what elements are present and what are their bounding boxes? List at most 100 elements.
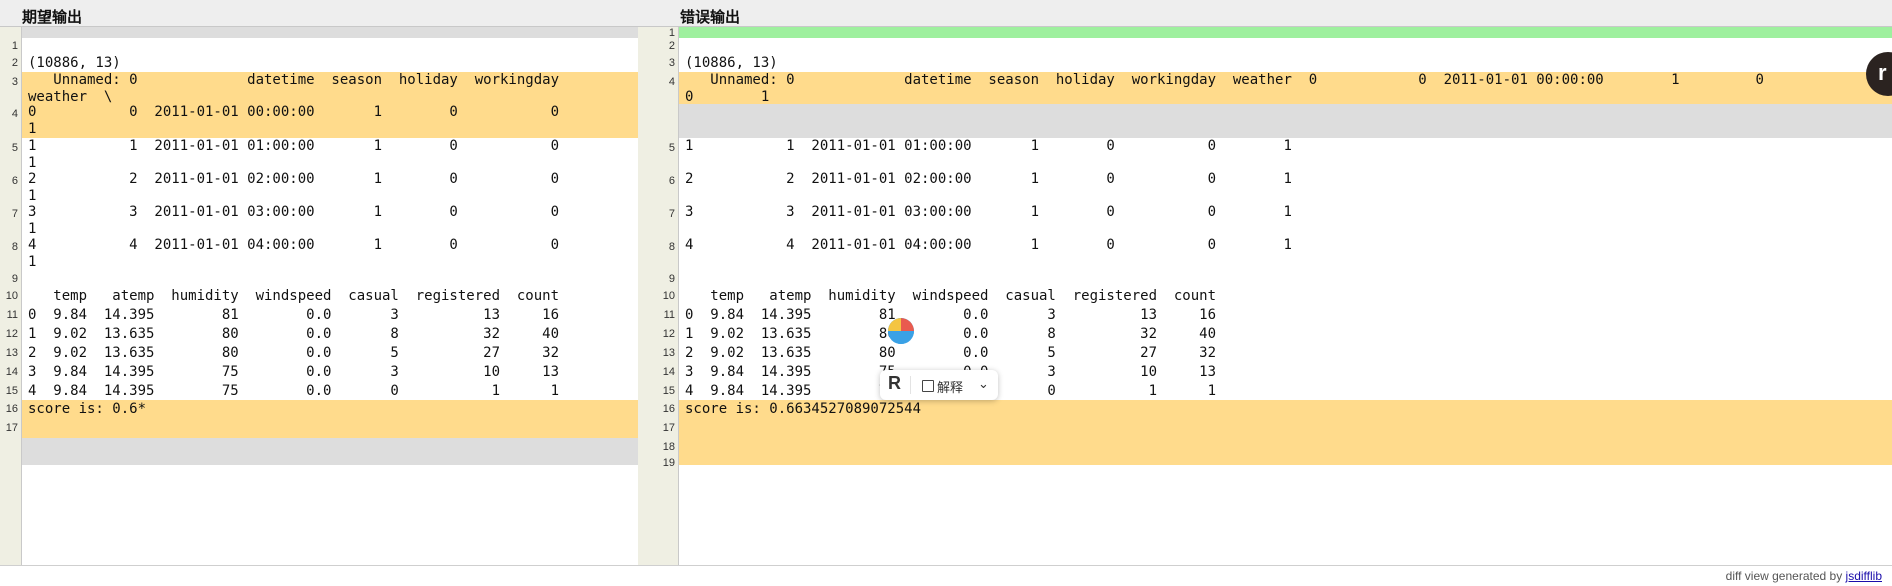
explain-button[interactable]: 解释 — [937, 377, 963, 396]
left-line: 1 9.02 13.635 80 0.0 8 32 40 — [22, 325, 638, 344]
left-line-text: temp atemp humidity windspeed casual reg… — [28, 288, 560, 304]
right-line-number: 8 — [668, 240, 675, 253]
right-line-number: 19 — [662, 457, 675, 469]
right-line-text: 1 9.02 13.635 80 0.0 8 32 40 — [685, 326, 1217, 342]
left-line: score is: 0.6* — [22, 400, 638, 419]
left-line-number: 11 — [6, 309, 18, 321]
left-line: Unnamed: 0 datetime season holiday worki… — [22, 72, 638, 105]
right-line-number: 11 — [663, 309, 675, 321]
left-line-text: Unnamed: 0 datetime season holiday worki… — [28, 72, 560, 105]
right-line: 4 9.84 14.395 75 0.0 0 1 1 — [679, 382, 1892, 400]
left-line-text: 4 9.84 14.395 75 0.0 0 1 1 — [28, 382, 560, 399]
left-line-text: 2 2 2011-01-01 02:00:00 1 0 0 1 — [28, 171, 560, 204]
left-line-number: 6 — [11, 174, 18, 187]
right-line-number: 7 — [668, 207, 675, 220]
book-icon — [922, 380, 934, 392]
right-line: temp atemp humidity windspeed casual reg… — [679, 287, 1892, 306]
left-line: 3 3 2011-01-01 03:00:00 1 0 0 1 — [22, 204, 638, 237]
right-line: 2 9.02 13.635 80 0.0 5 27 32 — [679, 344, 1892, 363]
left-line — [22, 438, 638, 457]
left-line — [22, 27, 638, 38]
right-line-text: 2 2 2011-01-01 02:00:00 1 0 0 1 — [685, 171, 1292, 187]
left-line-number: 10 — [5, 290, 18, 302]
right-line-text: 4 4 2011-01-01 04:00:00 1 0 0 1 — [685, 237, 1292, 253]
right-line-number: 9 — [668, 272, 675, 285]
left-line: 0 9.84 14.395 81 0.0 3 13 16 — [22, 306, 638, 325]
left-line-number: 5 — [11, 141, 18, 154]
left-header: 期望输出 — [0, 0, 638, 27]
left-line: 2 9.02 13.635 80 0.0 5 27 32 — [22, 344, 638, 363]
left-line: 4 9.84 14.395 75 0.0 0 1 1 — [22, 382, 638, 400]
right-line-text: score is: 0.6634527089072544 — [685, 401, 922, 417]
diff-view: 期望输出 错误输出 1 (10886, 13) 2 Unnamed: 0 datet… — [0, 0, 1892, 585]
left-title: 期望输出 — [22, 9, 83, 26]
left-line: 2 2 2011-01-01 02:00:00 1 0 0 1 — [22, 171, 638, 204]
right-line — [679, 27, 1892, 38]
left-line-number: 7 — [11, 207, 18, 220]
right-line-text: 3 3 2011-01-01 03:00:00 1 0 0 1 — [685, 204, 1292, 220]
footer-text: diff view generated by jsdifflib — [1726, 569, 1882, 583]
left-line-number: 12 — [5, 328, 18, 340]
left-line-text: 3 3 2011-01-01 03:00:00 1 0 0 1 — [28, 204, 560, 237]
left-line-number: 17 — [5, 422, 18, 434]
left-line-number: 3 — [11, 75, 18, 88]
chevron-down-icon[interactable]: ⌄ — [978, 376, 989, 392]
right-line — [679, 419, 1892, 438]
right-line: score is: 0.6634527089072544 — [679, 400, 1892, 419]
right-line-number: 16 — [662, 403, 675, 415]
right-line-text: (10886, 13) — [685, 55, 778, 71]
right-line — [679, 438, 1892, 457]
right-line: 3 9.84 14.395 75 0.0 3 10 13 — [679, 363, 1892, 382]
right-line-number: 4 — [668, 75, 675, 88]
left-line-number: 16 — [5, 403, 18, 415]
assistant-logo-icon[interactable] — [888, 318, 914, 344]
right-line-number: 17 — [662, 422, 675, 434]
right-title: 错误输出 — [680, 9, 741, 26]
left-line-text: 0 9.84 14.395 81 0.0 3 13 16 — [28, 307, 560, 323]
right-line-text: Unnamed: 0 datetime season holiday worki… — [685, 72, 1764, 105]
toolbar-divider — [910, 376, 911, 394]
left-line: 4 4 2011-01-01 04:00:00 1 0 0 1 — [22, 237, 638, 271]
left-line-text: 4 4 2011-01-01 04:00:00 1 0 0 1 — [28, 237, 560, 270]
right-line: (10886, 13) — [679, 55, 1892, 72]
left-line-number: 9 — [11, 272, 18, 285]
right-line-text: temp atemp humidity windspeed casual reg… — [685, 288, 1217, 304]
right-line-number: 6 — [668, 174, 675, 187]
jsdifflib-link[interactable]: jsdifflib — [1846, 569, 1882, 583]
right-line: 4 4 2011-01-01 04:00:00 1 0 0 1 — [679, 237, 1892, 271]
left-line-number: 14 — [5, 366, 18, 378]
right-line-number: 12 — [662, 328, 675, 340]
right-line-text: 0 9.84 14.395 81 0.0 3 13 16 — [685, 307, 1217, 323]
right-line-text: 2 9.02 13.635 80 0.0 5 27 32 — [685, 345, 1217, 361]
right-line-number: 3 — [668, 57, 675, 69]
left-line-text: score is: 0.6* — [28, 401, 147, 417]
right-line-number: 18 — [662, 441, 675, 453]
right-line: 2 2 2011-01-01 02:00:00 1 0 0 1 — [679, 171, 1892, 204]
left-line-text: 2 9.02 13.635 80 0.0 5 27 32 — [28, 345, 560, 361]
left-line-number: 4 — [11, 107, 18, 120]
right-line-number: 13 — [662, 347, 675, 359]
assistant-brand-icon: R — [888, 373, 901, 393]
left-line: 1 1 2011-01-01 01:00:00 1 0 0 1 — [22, 138, 638, 171]
selection-toolbar[interactable]: R 解释 ⌄ — [880, 370, 998, 400]
right-line — [679, 38, 1892, 55]
left-line: 3 9.84 14.395 75 0.0 3 10 13 — [22, 363, 638, 382]
right-line: 1 1 2011-01-01 01:00:00 1 0 0 1 — [679, 138, 1892, 171]
left-line: 0 0 2011-01-01 00:00:00 1 0 0 1 — [22, 104, 638, 138]
left-line-text: 0 0 2011-01-01 00:00:00 1 0 0 1 — [28, 104, 560, 137]
right-line-number: 14 — [662, 366, 675, 378]
left-line-text: 1 9.02 13.635 80 0.0 8 32 40 — [28, 326, 560, 342]
left-line — [22, 457, 638, 465]
left-line — [22, 271, 638, 287]
left-line-number: 15 — [5, 384, 18, 397]
right-line — [679, 457, 1892, 465]
right-line-number: 10 — [662, 290, 675, 302]
right-header: 错误输出 — [638, 0, 1892, 27]
left-line-text: 3 9.84 14.395 75 0.0 3 10 13 — [28, 364, 560, 380]
right-line — [679, 104, 1892, 138]
left-line: (10886, 13) — [22, 55, 638, 72]
right-line: 1 9.02 13.635 80 0.0 8 32 40 — [679, 325, 1892, 344]
right-line — [679, 271, 1892, 287]
right-line-number: 1 — [668, 27, 675, 39]
edge-assistant-glyph: r — [1878, 60, 1887, 85]
